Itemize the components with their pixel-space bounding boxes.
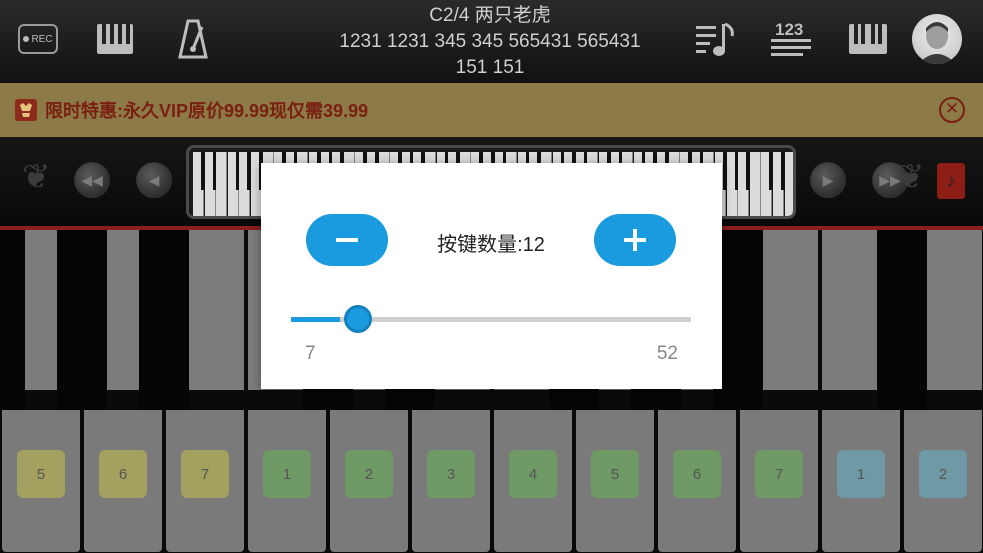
step-left-icon: ◀ <box>148 171 160 188</box>
metronome-icon <box>178 19 208 59</box>
step-right-icon: ▶ <box>822 171 834 188</box>
numbered-notation-button[interactable]: 123 <box>768 16 814 62</box>
user-avatar-icon <box>918 22 956 64</box>
numbered-notation-icon: 123 <box>771 20 811 56</box>
key-note-label: 7 <box>181 450 229 498</box>
avatar[interactable] <box>912 14 962 64</box>
plus-icon <box>624 229 646 251</box>
key-note-label: 6 <box>673 450 721 498</box>
increase-keys-button[interactable] <box>594 214 676 266</box>
key-note-label: 5 <box>591 450 639 498</box>
top-toolbar: REC C2/4 两只老虎 1231 1231 345 345 565431 5… <box>0 0 983 83</box>
decorative-swirl-icon: ❦ <box>896 158 925 196</box>
vip-badge-icon <box>15 99 37 121</box>
sheet-music-icon <box>696 22 734 56</box>
mini-white-key <box>749 152 761 216</box>
close-promo-button[interactable]: ✕ <box>939 97 965 123</box>
key-count-label: 按键数量:12 <box>437 234 545 256</box>
step-left-button[interactable]: ◀ <box>136 162 172 198</box>
sheet-music-button[interactable] <box>692 16 738 62</box>
metronome-button[interactable] <box>170 16 216 62</box>
mini-white-key <box>784 152 793 216</box>
step-right-button[interactable]: ▶ <box>810 162 846 198</box>
close-icon: ✕ <box>944 99 960 118</box>
slider-fill <box>291 317 340 322</box>
promo-text: 限时特惠:永久VIP原价99.99现仅需39.99 <box>45 101 369 121</box>
key-note-label: 2 <box>919 450 967 498</box>
keyboard-layout-button[interactable] <box>845 16 891 62</box>
song-name: C2/4 两只老虎 <box>429 5 551 26</box>
minus-icon <box>336 238 358 242</box>
record-button[interactable]: REC <box>15 16 61 62</box>
key-count-dialog: 按键数量:12 7 52 <box>261 163 722 389</box>
keyboard-layout-icon <box>849 24 887 54</box>
slider-max-label: 52 <box>656 343 678 364</box>
slider-min-label: 7 <box>305 343 316 364</box>
black-key[interactable] <box>877 230 927 410</box>
key-note-label: 7 <box>755 450 803 498</box>
piano-keys-button[interactable] <box>92 16 138 62</box>
key-count-slider[interactable] <box>291 305 691 333</box>
song-notation-line-2: 151 151 <box>455 57 525 78</box>
key-note-label: 3 <box>427 450 475 498</box>
svg-text:123: 123 <box>775 20 803 39</box>
note-mode-button[interactable]: ♪ <box>937 163 965 199</box>
music-note-icon: ♪ <box>946 170 956 191</box>
fast-rewind-button[interactable]: ◀◀ <box>74 162 110 198</box>
promo-banner[interactable]: 限时特惠:永久VIP原价99.99现仅需39.99 ✕ <box>0 83 983 137</box>
decorative-swirl-icon: ❦ <box>22 158 51 196</box>
black-key[interactable] <box>0 230 25 410</box>
key-note-label: 5 <box>17 450 65 498</box>
key-note-label: 2 <box>345 450 393 498</box>
record-icon: REC <box>18 24 58 54</box>
song-title: C2/4 两只老虎 1231 1231 345 345 565431 56543… <box>300 3 680 81</box>
black-key[interactable] <box>139 230 189 410</box>
slider-thumb[interactable] <box>344 305 372 333</box>
piano-keys-icon <box>97 24 133 54</box>
fast-rewind-icon: ◀◀ <box>81 171 103 188</box>
black-key[interactable] <box>57 230 107 410</box>
song-notation-line-1: 1231 1231 345 345 565431 565431 <box>339 31 641 52</box>
mini-white-key <box>216 152 228 216</box>
key-note-label: 1 <box>263 450 311 498</box>
decrease-keys-button[interactable] <box>306 214 388 266</box>
key-note-label: 1 <box>837 450 885 498</box>
record-label: REC <box>31 33 53 45</box>
key-note-label: 6 <box>99 450 147 498</box>
key-note-label: 4 <box>509 450 557 498</box>
